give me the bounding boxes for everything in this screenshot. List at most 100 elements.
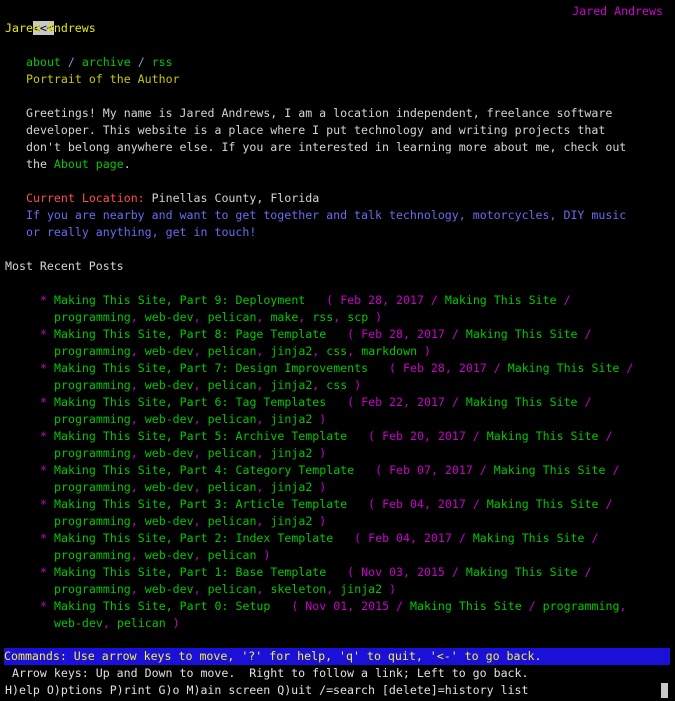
post-category-link[interactable]: Making This Site [487, 429, 599, 443]
post-tag-link[interactable]: make [270, 310, 298, 324]
post-category-link[interactable]: Making This Site [494, 463, 606, 477]
post-tag-link[interactable]: pelican [117, 616, 166, 630]
site-name-link[interactable]: Jared Andrews [5, 20, 670, 37]
bullet-icon: * [40, 462, 47, 477]
post-tag-link[interactable]: web-dev [145, 548, 194, 562]
nav-about-link[interactable]: about [26, 55, 61, 69]
post-category-link[interactable]: Making This Site [466, 395, 578, 409]
post-tag-link[interactable]: jinja2 [340, 582, 382, 596]
post-tag-link[interactable]: jinja2 [270, 514, 312, 528]
meta-close: ) [312, 513, 327, 528]
tag-separator: , [193, 445, 208, 460]
post-tag-link[interactable]: web-dev [145, 446, 194, 460]
post-tag-link[interactable]: jinja2 [270, 446, 312, 460]
post-tag-link[interactable]: programming [54, 446, 131, 460]
post-tag-link[interactable]: programming [54, 514, 131, 528]
contact-link[interactable]: If you are nearby and want to get togeth… [5, 207, 628, 241]
post-tag-link[interactable]: pelican [208, 480, 257, 494]
post-title-link[interactable]: Making This Site, Part 5: Archive Templa… [54, 429, 347, 443]
post-tag-link[interactable]: jinja2 [270, 480, 312, 494]
post-title-link[interactable]: Making This Site, Part 3: Article Templa… [54, 497, 347, 511]
post-title-link[interactable]: Making This Site, Part 6: Tag Templates [54, 395, 326, 409]
post-tag-link[interactable]: web-dev [145, 514, 194, 528]
meta-close: ) [312, 411, 327, 426]
post-category-link[interactable]: Making This Site [410, 599, 522, 613]
post-tag-link[interactable]: css [326, 344, 347, 358]
post-tag-link[interactable]: web-dev [145, 582, 194, 596]
post-category-link[interactable]: Making This Site [466, 565, 578, 579]
post-title-link[interactable]: Making This Site, Part 9: Deployment [54, 293, 305, 307]
post-tag-link[interactable]: jinja2 [270, 378, 312, 392]
tag-separator: , [193, 581, 208, 596]
post-date: Feb 28, 2017 [340, 292, 424, 307]
post-category-link[interactable]: Making This Site [508, 361, 620, 375]
post-tag-link[interactable]: rss [312, 310, 333, 324]
post-tag-link[interactable]: programming [54, 548, 131, 562]
bullet-icon: * [40, 496, 47, 511]
commands-bar: Commands: Use arrow keys to move, '?' fo… [4, 648, 670, 665]
post-category-link[interactable]: Making This Site [445, 293, 557, 307]
post-tag-link[interactable]: programming [54, 582, 131, 596]
post-tag-link[interactable]: pelican [208, 378, 257, 392]
post-tag-link[interactable]: jinja2 [270, 412, 312, 426]
bullet-icon: * [40, 326, 47, 341]
post-tag-link[interactable]: pelican [208, 344, 257, 358]
post-category-link[interactable]: Making This Site [473, 531, 585, 545]
post-tag-link[interactable]: scp [347, 310, 368, 324]
post-tag-link[interactable]: pelican [208, 412, 257, 426]
tag-separator: , [256, 581, 271, 596]
post-tag-link[interactable]: jinja2 [270, 344, 312, 358]
nav-separator: / [67, 54, 75, 69]
post-tag-link[interactable]: web-dev [54, 616, 103, 630]
post-tag-link[interactable]: skeleton [270, 582, 326, 596]
post-category-link[interactable]: Making This Site [466, 327, 578, 341]
post-item: * Making This Site, Part 9: Deployment ( … [5, 292, 635, 326]
meta-close: ) [347, 377, 362, 392]
post-tag-link[interactable]: programming [54, 412, 131, 426]
tag-separator: , [193, 377, 208, 392]
arrow-keys-help: Arrow keys: Up and Down to move. Right t… [5, 666, 529, 680]
meta-separator: / [444, 394, 466, 409]
nav-archive-link[interactable]: archive [82, 55, 131, 69]
post-tag-link[interactable]: web-dev [145, 412, 194, 426]
post-title-link[interactable]: Making This Site, Part 4: Category Templ… [54, 463, 354, 477]
about-page-link[interactable]: About page [54, 157, 124, 171]
post-title-link[interactable]: Making This Site, Part 2: Index Template [54, 531, 333, 545]
tag-separator: , [130, 479, 145, 494]
post-tag-link[interactable]: programming [54, 378, 131, 392]
post-item: * Making This Site, Part 0: Setup ( Nov 0… [5, 598, 635, 632]
post-tag-link[interactable]: web-dev [145, 378, 194, 392]
post-tag-link[interactable]: css [326, 378, 347, 392]
meta-open: ( [305, 292, 341, 307]
post-item: * Making This Site, Part 5: Archive Templ… [5, 428, 635, 462]
post-tag-link[interactable]: pelican [208, 514, 257, 528]
meta-separator: / [584, 530, 606, 545]
post-tag-link[interactable]: pelican [208, 582, 257, 596]
post-title-link[interactable]: Making This Site, Part 1: Base Template [54, 565, 326, 579]
post-title-link[interactable]: Making This Site, Part 7: Design Improve… [54, 361, 368, 375]
post-tag-link[interactable]: pelican [208, 446, 257, 460]
post-tag-link[interactable]: programming [54, 310, 131, 324]
tag-separator: , [193, 411, 208, 426]
post-title-link[interactable]: Making This Site, Part 8: Page Template [54, 327, 326, 341]
nav-rss-link[interactable]: rss [152, 55, 173, 69]
post-item: * Making This Site, Part 6: Tag Templates… [5, 394, 635, 428]
meta-separator: / [556, 292, 578, 307]
meta-separator: / [389, 598, 411, 613]
post-tag-link[interactable]: pelican [208, 548, 257, 562]
post-tag-link[interactable]: markdown [361, 344, 417, 358]
post-category-link[interactable]: Making This Site [487, 497, 599, 511]
post-tag-link[interactable]: web-dev [145, 310, 194, 324]
post-tag-link[interactable]: programming [54, 344, 131, 358]
tag-separator: , [256, 309, 271, 324]
post-tag-link[interactable]: web-dev [145, 480, 194, 494]
tag-separator: , [312, 377, 327, 392]
post-tag-link[interactable]: programming [543, 599, 620, 613]
post-title-link[interactable]: Making This Site, Part 0: Setup [54, 599, 270, 613]
post-tag-link[interactable]: programming [54, 480, 131, 494]
post-tag-link[interactable]: web-dev [145, 344, 194, 358]
portrait-image-link[interactable]: Portrait of the Author [5, 71, 670, 88]
post-tag-link[interactable]: pelican [208, 310, 257, 324]
tag-separator: , [256, 479, 271, 494]
tag-separator: , [130, 547, 145, 562]
